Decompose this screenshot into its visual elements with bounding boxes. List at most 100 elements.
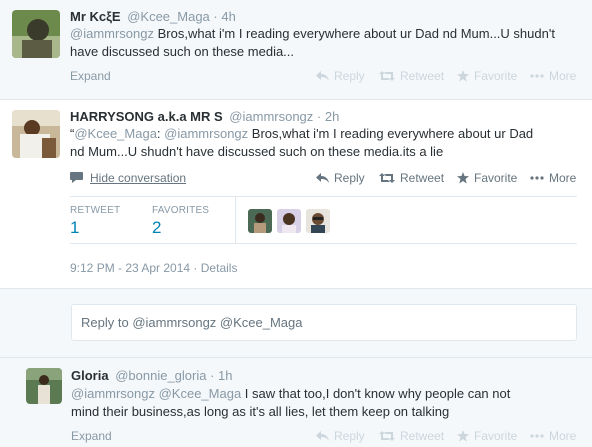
mention-link[interactable]: @iammrsongz @Kcee_Maga	[71, 386, 241, 401]
more-action[interactable]: More	[530, 429, 576, 443]
retweet-label: Retweet	[400, 69, 445, 83]
avatar-image-icon	[12, 110, 60, 158]
star-icon	[457, 430, 469, 442]
stats-bottom-divider	[70, 243, 577, 244]
mention-link[interactable]: @iammrsongz	[70, 26, 154, 41]
reply-icon	[316, 431, 329, 441]
hide-conversation-label: Hide conversation	[90, 171, 187, 185]
tweet-timestamp[interactable]: 9:12 PM - 23 Apr 2014	[70, 261, 190, 275]
stats-vertical-divider	[235, 196, 236, 244]
expand-link[interactable]: Expand	[71, 429, 112, 443]
avatar-image-icon	[12, 10, 60, 58]
tweet-text-line: nd Mum...U shudn't have discussed such o…	[70, 144, 444, 159]
retweet-action[interactable]: Retweet	[379, 171, 457, 185]
avatar[interactable]	[12, 110, 60, 158]
retweet-label: Retweet	[400, 171, 445, 185]
avatar-image-icon	[306, 209, 330, 233]
more-action[interactable]: More	[530, 171, 576, 185]
speech-bubble-icon	[70, 172, 83, 183]
tweet-kcee[interactable]: Mr KcξE @Kcee_Maga · 4h @iammrsongz Bros…	[0, 0, 592, 100]
star-icon	[457, 70, 469, 82]
favorite-action[interactable]: Favorite	[457, 69, 530, 83]
reply-icon	[316, 173, 329, 183]
tweet-header: Mr KcξE @Kcee_Maga · 4h	[70, 9, 236, 24]
avatar-image-icon	[277, 209, 301, 233]
tweet-actions: Reply Retweet Favorite More	[316, 69, 576, 83]
reply-action[interactable]: Reply	[316, 69, 379, 83]
more-label: More	[549, 171, 577, 185]
more-action[interactable]: More	[530, 69, 576, 83]
reply-action[interactable]: Reply	[316, 171, 379, 185]
retweet-stat[interactable]: RETWEET 1	[70, 205, 120, 238]
avatar-image-icon	[26, 368, 62, 404]
tweet-text: @iammrsongz @Kcee_Maga I saw that too,I …	[71, 385, 586, 421]
tweet-gloria[interactable]: Gloria @bonnie_gloria · 1h @iammrsongz @…	[0, 358, 592, 447]
tweet-header: HARRYSONG a.k.a MR S @iammrsongz · 2h	[70, 109, 339, 124]
favorites-stat-label: FAVORITES	[152, 205, 210, 216]
tweet-actions: Reply Retweet Favorite More	[316, 171, 576, 185]
retweet-action[interactable]: Retweet	[379, 429, 457, 443]
favorite-action[interactable]: Favorite	[457, 429, 530, 443]
reply-placeholder-handles: @iammrsongz @Kcee_Maga	[132, 315, 303, 330]
user-handle[interactable]: @bonnie_gloria	[115, 368, 206, 383]
favorites-stat[interactable]: FAVORITES 2	[152, 205, 209, 238]
expand-link[interactable]: Expand	[70, 69, 111, 83]
details-link[interactable]: Details	[201, 261, 238, 275]
tweet-time[interactable]: 2h	[325, 109, 339, 124]
mention-link[interactable]: @iammrsongz	[164, 126, 248, 141]
reply-icon	[316, 71, 329, 81]
favoriter-avatar[interactable]	[248, 209, 272, 233]
reply-placeholder-prefix: Reply to	[81, 315, 133, 330]
more-label: More	[549, 429, 577, 443]
tweet-body: Bros,what i'm I reading everywhere about…	[248, 126, 534, 141]
stats-top-divider	[70, 196, 577, 197]
tweet-text-line: “@Kcee_Maga: @iammrsongz Bros,what i'm I…	[70, 125, 585, 143]
tweet-text: @iammrsongz Bros,what i'm I reading ever…	[70, 25, 575, 61]
favorite-label: Favorite	[474, 171, 518, 185]
reply-input[interactable]: Reply to @iammrsongz @Kcee_Maga	[71, 304, 577, 341]
tweet-actions: Reply Retweet Favorite More	[316, 429, 576, 443]
dot-separator: ·	[193, 261, 201, 275]
more-label: More	[549, 69, 577, 83]
favoriter-avatar[interactable]	[306, 209, 330, 233]
tweet-text: “@Kcee_Maga: @iammrsongz Bros,what i'm I…	[70, 125, 585, 161]
dot-separator: ·	[210, 368, 219, 383]
favorite-action[interactable]: Favorite	[457, 171, 530, 185]
tweet-body: I saw that too,I don't know why people c…	[241, 386, 511, 401]
reply-label: Reply	[334, 429, 365, 443]
user-handle[interactable]: @iammrsongz	[229, 109, 313, 124]
user-name[interactable]: Mr KcξE	[70, 9, 121, 24]
tweet-timestamp-row: 9:12 PM - 23 Apr 2014 · Details	[70, 261, 237, 275]
retweet-count: 1	[70, 218, 80, 237]
tweet-time[interactable]: 1h	[218, 368, 232, 383]
mention-link[interactable]: @Kcee_Maga	[74, 126, 157, 141]
more-dots-icon	[530, 434, 544, 438]
user-handle[interactable]: @Kcee_Maga	[127, 9, 210, 24]
tweet-header: Gloria @bonnie_gloria · 1h	[71, 368, 233, 383]
tweet-time[interactable]: 4h	[221, 9, 235, 24]
retweet-icon	[379, 173, 395, 183]
retweet-action[interactable]: Retweet	[379, 69, 457, 83]
reply-label: Reply	[334, 69, 365, 83]
reply-action[interactable]: Reply	[316, 429, 379, 443]
divider	[0, 288, 592, 289]
retweet-icon	[379, 71, 395, 81]
favorite-label: Favorite	[474, 429, 518, 443]
reply-label: Reply	[334, 171, 365, 185]
hide-conversation-link[interactable]: Hide conversation	[70, 171, 186, 185]
favoriter-avatar[interactable]	[277, 209, 301, 233]
avatar[interactable]	[12, 10, 60, 58]
favorites-count: 2	[152, 218, 162, 237]
more-dots-icon	[530, 176, 544, 180]
retweet-icon	[379, 431, 395, 441]
tweet-text-line: mind their business,as long as it's all …	[71, 404, 450, 419]
tweet-harrysong[interactable]: HARRYSONG a.k.a MR S @iammrsongz · 2h “@…	[0, 100, 592, 288]
avatar[interactable]	[26, 368, 62, 404]
avatar-image-icon	[248, 209, 272, 233]
more-dots-icon	[530, 74, 544, 78]
favorite-label: Favorite	[474, 69, 518, 83]
tweet-text-line: @iammrsongz @Kcee_Maga I saw that too,I …	[71, 385, 586, 403]
user-name[interactable]: HARRYSONG a.k.a MR S	[70, 109, 223, 124]
user-name[interactable]: Gloria	[71, 368, 109, 383]
dot-separator: ·	[316, 109, 325, 124]
